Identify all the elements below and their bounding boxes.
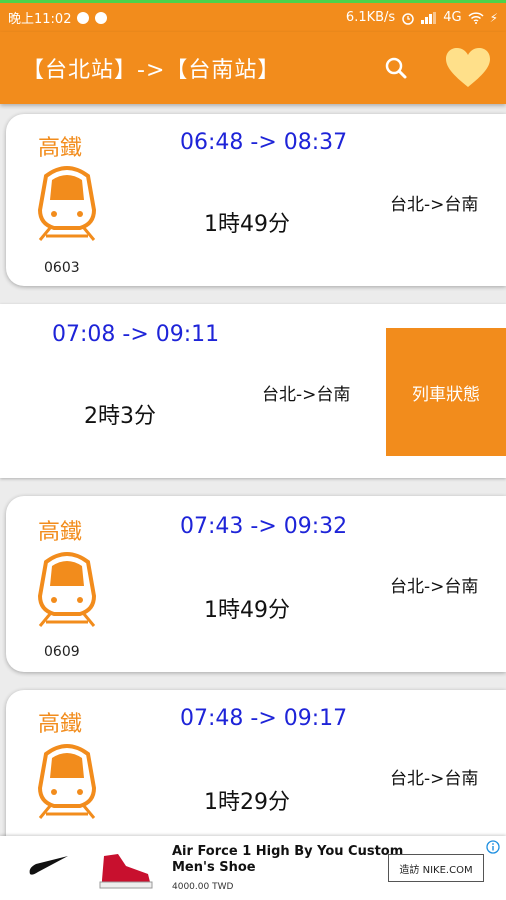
train-status-button[interactable]: 列車狀態 (386, 328, 506, 456)
route-title: 【台北站】->【台南站】 (22, 58, 281, 83)
train-brand: 高鐵 (38, 520, 83, 545)
visit-site-button[interactable]: 造訪 NIKE.COM (388, 854, 484, 882)
search-icon (385, 57, 407, 79)
notification-icon (77, 11, 90, 24)
train-brand: 高鐵 (38, 136, 83, 161)
travel-duration: 1時49分 (204, 598, 290, 623)
train-card[interactable]: 高鐵 0603 06:48 -> 08:37 1時49分 台北->台南 (6, 114, 506, 286)
departure-arrival-time: 07:48 -> 09:17 (180, 706, 348, 731)
status-right: 6.1KB/s 4G ⚡ (346, 10, 498, 25)
departure-arrival-time: 06:48 -> 08:37 (180, 130, 348, 155)
route-label: 台北->台南 (390, 577, 479, 597)
status-left: 晚上11:02 (8, 8, 108, 27)
heart-icon (446, 48, 490, 87)
nike-logo (29, 856, 69, 875)
ad-price: 4000.00 TWD (172, 882, 234, 892)
travel-duration: 2時3分 (84, 404, 156, 429)
favorite-button[interactable] (440, 40, 496, 96)
search-button[interactable] (374, 46, 418, 90)
wifi-icon (468, 11, 484, 24)
train-number: 0609 (44, 644, 80, 660)
travel-duration: 1時49分 (204, 212, 290, 237)
ad-info-icon[interactable] (486, 840, 500, 854)
ad-title-line-2: Men's Shoe (172, 860, 256, 875)
route-label: 台北->台南 (262, 385, 351, 405)
train-icon (37, 744, 97, 819)
network-type: 4G (443, 10, 462, 25)
train-card[interactable]: 高鐵 0609 07:43 -> 09:32 1時49分 台北->台南 (6, 496, 506, 672)
alarm-icon (402, 12, 414, 25)
train-number: 0603 (44, 260, 80, 276)
departure-arrival-time: 07:43 -> 09:32 (180, 514, 348, 539)
route-label: 台北->台南 (390, 195, 479, 215)
route-label: 台北->台南 (390, 769, 479, 789)
ad-title-line-1: Air Force 1 High By You Custom (172, 844, 404, 859)
network-speed: 6.1KB/s (345, 10, 396, 25)
train-icon (37, 552, 97, 627)
shoe-image (99, 854, 153, 889)
app-bar: 【台北站】->【台南站】 (0, 32, 506, 104)
status-bar: 晚上11:02 6.1KB/s 4G ⚡ (0, 0, 506, 32)
signal-icon (421, 11, 437, 24)
train-icon (37, 166, 97, 241)
travel-duration: 1時29分 (204, 790, 290, 815)
app-notification-icon (95, 11, 108, 24)
ad-banner[interactable]: Air Force 1 High By You Custom Men's Sho… (0, 836, 506, 900)
status-time: 晚上11:02 (8, 12, 72, 27)
train-card[interactable]: 07:08 -> 09:11 2時3分 台北->台南 列車狀態 (0, 304, 506, 478)
ad-title: Air Force 1 High By You Custom Men's Sho… (172, 844, 403, 876)
departure-arrival-time: 07:08 -> 09:11 (52, 322, 220, 347)
battery-charging-icon: ⚡ (489, 10, 498, 25)
train-brand: 高鐵 (38, 712, 83, 737)
